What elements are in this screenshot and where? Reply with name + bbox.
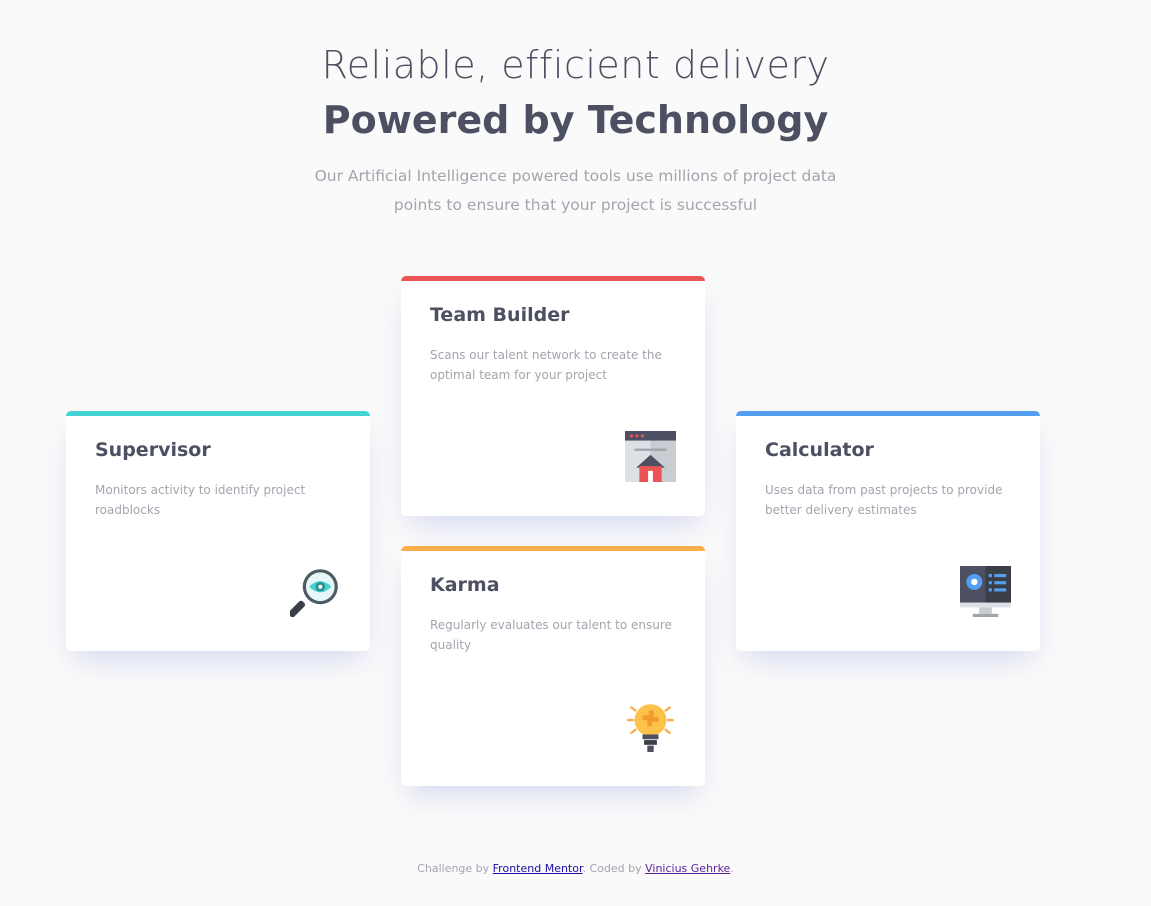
attribution-suffix: . xyxy=(730,862,734,875)
card-description: Scans our talent network to create the o… xyxy=(430,348,662,382)
frontend-mentor-link[interactable]: Frontend Mentor xyxy=(493,862,583,875)
card-title: Supervisor xyxy=(95,439,211,461)
page-title-bold: Powered by Technology xyxy=(322,98,829,142)
attribution-prefix: Challenge by xyxy=(417,862,493,875)
page: Reliable, efficient delivery Powered by … xyxy=(0,0,1151,906)
page-title-light: Reliable, efficient delivery xyxy=(321,43,830,87)
card-team-builder: Team Builder Scans our talent network to… xyxy=(401,276,705,516)
page-header: Reliable, efficient delivery Powered by … xyxy=(0,40,1151,220)
page-subtitle: Our Artificial Intelligence powered tool… xyxy=(314,167,837,214)
attribution-middle: . Coded by xyxy=(582,862,646,875)
card-title: Team Builder xyxy=(430,304,570,326)
monitor-dashboard-icon xyxy=(960,566,1011,617)
card-calculator: Calculator Uses data from past projects … xyxy=(736,411,1040,651)
attribution: Challenge by Frontend Mentor. Coded by V… xyxy=(0,862,1151,875)
card-karma: Karma Regularly evaluates our talent to … xyxy=(401,546,705,786)
browser-house-icon xyxy=(625,431,676,482)
card-title: Karma xyxy=(430,574,500,596)
card-title: Calculator xyxy=(765,439,874,461)
lightbulb-icon xyxy=(626,704,675,752)
author-link[interactable]: Vinicius Gehrke xyxy=(645,862,730,875)
magnifier-eye-icon xyxy=(290,569,338,617)
card-description: Monitors activity to identify project ro… xyxy=(95,483,306,517)
card-description: Regularly evaluates our talent to ensure… xyxy=(430,618,672,652)
card-supervisor: Supervisor Monitors activity to identify… xyxy=(66,411,370,651)
card-description: Uses data from past projects to provide … xyxy=(765,483,1003,517)
